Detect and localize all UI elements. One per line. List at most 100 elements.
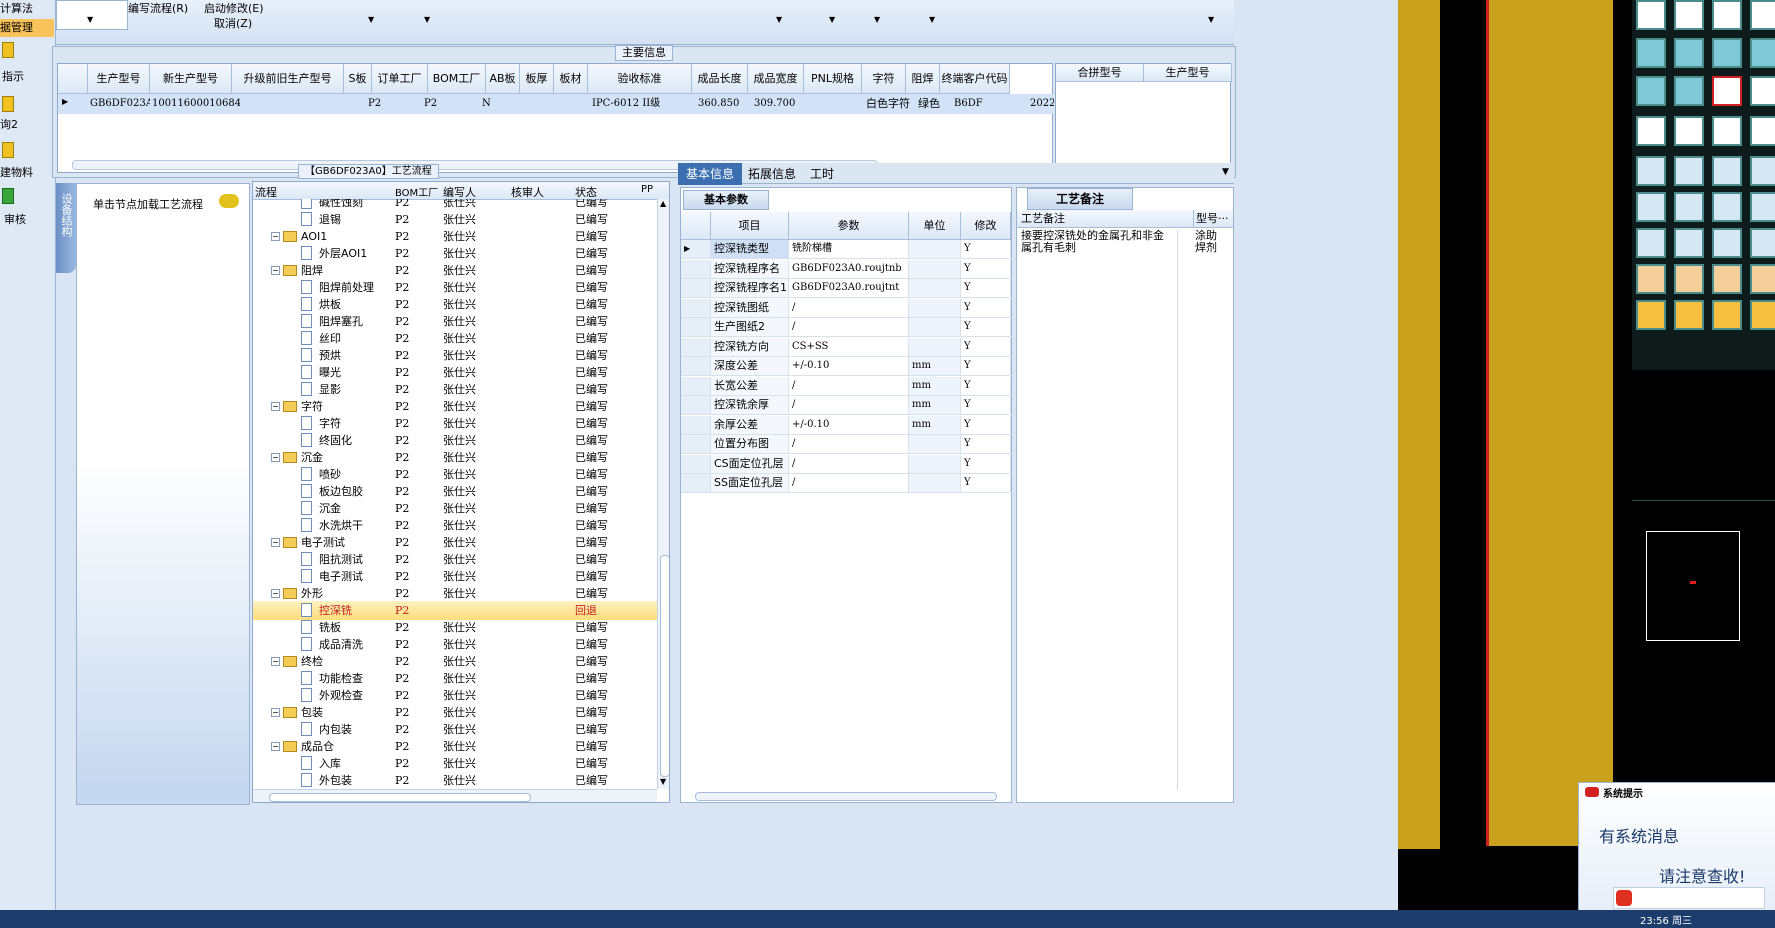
ime-toolbar[interactable] [1613, 887, 1765, 909]
param-value[interactable]: 铣阶梯槽 [789, 240, 909, 258]
menu-item-instruct[interactable]: 指示 [0, 68, 56, 86]
cursor-tool-button[interactable] [1674, 300, 1704, 330]
edit-flow-button[interactable]: 编写流程(R) [128, 0, 188, 16]
col-header[interactable]: 新生产型号 [150, 64, 232, 94]
tool-button[interactable] [1636, 116, 1666, 146]
tree-horizontal-scrollbar[interactable] [253, 789, 657, 802]
param-value[interactable]: +/-0.10 [789, 357, 909, 375]
param-row[interactable]: 余厚公差 +/-0.10 mm Y [681, 415, 1013, 435]
col-header[interactable]: PNL规格 [804, 64, 862, 94]
tool-button[interactable] [1712, 264, 1742, 294]
tool-button[interactable] [1750, 116, 1775, 146]
collapse-icon[interactable]: − [271, 453, 280, 462]
tool-button[interactable] [1712, 38, 1742, 68]
col-header[interactable]: 成品长度 [692, 64, 748, 94]
col-header[interactable]: 板材 [554, 64, 588, 94]
tool-button[interactable] [1674, 76, 1704, 106]
tab-process-remarks[interactable]: 工艺备注 [1027, 188, 1133, 210]
tab-work-hours[interactable]: 工时 [802, 163, 842, 185]
col-header[interactable]: AB板 [486, 64, 520, 94]
tool-button[interactable] [1636, 192, 1666, 222]
chevron-down-icon[interactable]: ▼ [1222, 167, 1229, 177]
col-header[interactable]: 阻焊 [906, 64, 940, 94]
tool-button[interactable] [1750, 38, 1775, 68]
param-row[interactable]: 控深铣程序名1 GB6DF023A0.roujtnt Y [681, 279, 1013, 298]
tab-extended-info[interactable]: 拓展信息 [740, 163, 804, 185]
vtab-equipment-structure[interactable]: 设备结构 [56, 183, 76, 273]
collapse-icon[interactable]: − [271, 266, 280, 275]
menu-item-material[interactable]: 建物料 [0, 164, 54, 182]
tool-button[interactable] [1636, 38, 1666, 68]
param-row[interactable]: 控深铣方向 CS+SS Y [681, 337, 1013, 357]
scroll-thumb[interactable] [660, 555, 669, 777]
chevron-down-icon[interactable]: ▼ [874, 15, 880, 24]
tool-button[interactable] [1750, 76, 1775, 106]
param-value[interactable]: / [789, 474, 909, 492]
scroll-thumb[interactable] [269, 793, 531, 802]
tool-button[interactable] [1750, 156, 1775, 186]
param-value[interactable]: / [789, 318, 909, 336]
chevron-down-icon[interactable]: ▼ [929, 15, 935, 24]
chevron-down-icon[interactable]: ▼ [424, 15, 430, 24]
tree-row[interactable]: 外包装 P2 张仕兴 已编写 [253, 771, 657, 789]
param-value[interactable]: / [789, 376, 909, 395]
param-value[interactable]: / [789, 454, 909, 473]
tool-button[interactable] [1674, 192, 1704, 222]
param-row[interactable]: ▶ 控深铣类型 铣阶梯槽 Y [681, 240, 1013, 259]
tool-button[interactable] [1750, 264, 1775, 294]
cancel-button[interactable]: 取消(Z) [214, 15, 252, 31]
tool-button[interactable] [1712, 0, 1742, 30]
menu-item-calc[interactable]: 计算法 [0, 0, 54, 18]
vertical-scrollbar[interactable]: ▲ ▼ [657, 199, 669, 789]
col-header[interactable]: 订单工厂 [372, 64, 428, 94]
tool-button[interactable] [1750, 228, 1775, 258]
table-row[interactable]: ▶ GB6DF023A0 10011600010684 P2 P2 N IPC-… [58, 94, 1054, 114]
collapse-icon[interactable]: − [271, 232, 280, 241]
param-row[interactable]: 控深铣余厚 / mm Y [681, 396, 1013, 415]
menu-item-review[interactable]: 审核 [0, 211, 58, 229]
param-value[interactable]: GB6DF023A0.roujtnb [789, 259, 909, 278]
tool-button[interactable] [1750, 0, 1775, 30]
param-row[interactable]: 控深铣图纸 / Y [681, 298, 1013, 318]
col-header[interactable]: 终端客户代码 [940, 64, 1010, 94]
system-notification[interactable]: 系统提示 有系统消息 请注意查收! [1578, 782, 1775, 912]
param-row[interactable]: 长宽公差 / mm Y [681, 376, 1013, 396]
tool-button[interactable] [1674, 0, 1704, 30]
tool-button[interactable] [1636, 156, 1666, 186]
cursor-tool-button[interactable] [1712, 300, 1742, 330]
param-value[interactable]: +/-0.10 [789, 415, 909, 434]
col-header[interactable]: BOM工厂 [428, 64, 486, 94]
collapse-icon[interactable]: − [271, 657, 280, 666]
param-row[interactable]: SS面定位孔层 / Y [681, 474, 1013, 493]
menu-item-data-manage[interactable]: 据管理 [0, 19, 54, 37]
tab-basic-info[interactable]: 基本信息 [678, 163, 743, 185]
col-header[interactable]: 字符 [862, 64, 906, 94]
param-row[interactable]: 控深铣程序名 GB6DF023A0.roujtnb Y [681, 259, 1013, 279]
tool-button[interactable] [1636, 0, 1666, 30]
tool-button[interactable] [1674, 38, 1704, 68]
collapse-icon[interactable]: − [271, 538, 280, 547]
scroll-down-icon[interactable]: ▼ [660, 777, 666, 786]
chevron-down-icon[interactable]: ▼ [368, 15, 374, 24]
tool-button[interactable] [1636, 228, 1666, 258]
param-row[interactable]: 深度公差 +/-0.10 mm Y [681, 357, 1013, 376]
toolbar-dropdown[interactable]: ▼ [56, 0, 128, 30]
chevron-down-icon[interactable]: ▼ [829, 15, 835, 24]
col-header[interactable]: 成品宽度 [748, 64, 804, 94]
cursor-tool-button[interactable] [1750, 300, 1775, 330]
tool-button[interactable] [1674, 228, 1704, 258]
tool-button[interactable] [1750, 192, 1775, 222]
param-row[interactable]: 位置分布图 / Y [681, 435, 1013, 454]
tool-button[interactable] [1674, 116, 1704, 146]
minimap[interactable] [1632, 500, 1775, 666]
param-row[interactable]: 生产图纸2/ Y [681, 318, 1013, 337]
param-value[interactable]: GB6DF023A0.roujtnt [789, 279, 909, 297]
collapse-icon[interactable]: − [271, 708, 280, 717]
collapse-icon[interactable]: − [271, 589, 280, 598]
param-value[interactable]: CS+SS [789, 337, 909, 356]
collapse-icon[interactable]: − [271, 402, 280, 411]
tool-button[interactable] [1712, 116, 1742, 146]
menu-item-query2[interactable]: 询2 [0, 116, 54, 134]
horizontal-scrollbar[interactable] [695, 792, 997, 801]
cursor-tool-button[interactable] [1636, 300, 1666, 330]
